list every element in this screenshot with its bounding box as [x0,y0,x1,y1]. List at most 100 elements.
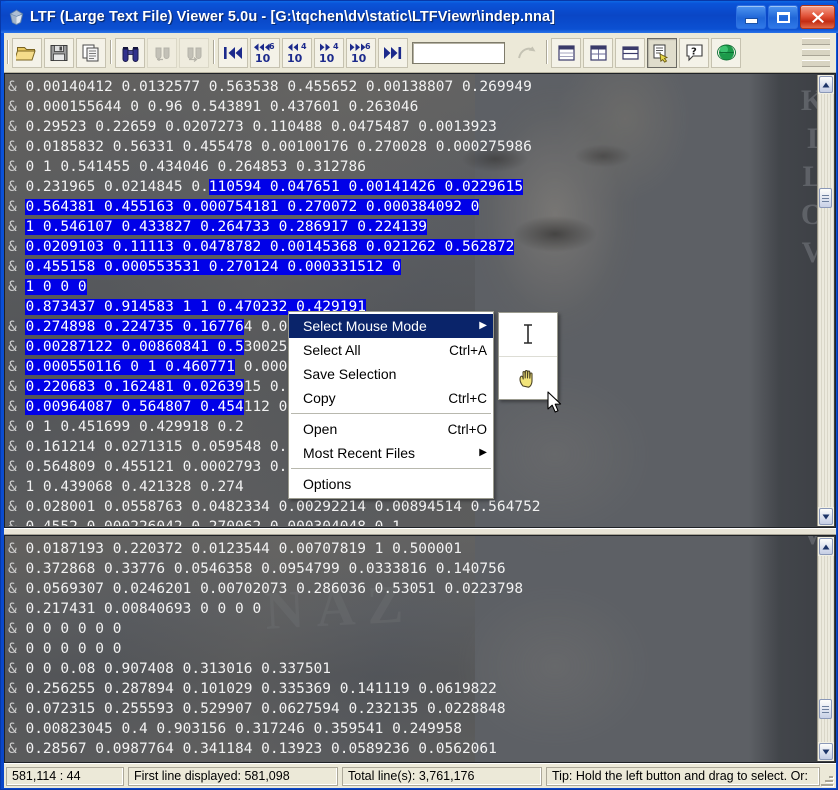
forward-1e6-button[interactable]: 10 6 [346,38,376,68]
text-line[interactable]: & 0.217431 0.00840693 0 0 0 0 [8,599,817,619]
minimize-button[interactable] [736,5,766,29]
text-line[interactable]: & 0.231965 0.0214845 0.110594 0.047651 0… [8,177,817,197]
bottom-text-pane[interactable]: NAZ KILOV & 0.0187193 0.220372 0.0123544… [4,535,836,763]
mouse-mode-button[interactable] [647,38,677,68]
open-file-button[interactable] [12,38,42,68]
text-line[interactable]: & 0.063885 0.583685 0.0476421 0.006181 0… [8,759,817,761]
line-text[interactable]: 0.00140412 0.0132577 0.563538 0.455652 0… [25,79,531,95]
line-text[interactable]: 0.4552 0.000226042 0.270062 0.000304048 … [25,519,400,526]
find-button[interactable] [115,38,145,68]
menu-item-select-mouse-mode[interactable]: Select Mouse Mode▶ [289,314,493,338]
line-text[interactable]: 0.000155644 0 0.96 0.543891 0.437601 0.2… [25,99,418,115]
text-line[interactable]: & 0.372868 0.33776 0.0546358 0.0954799 0… [8,559,817,579]
find-next-button[interactable] [179,38,209,68]
line-text[interactable]: 0 0 0 0 0 0 [25,621,121,637]
selected-text[interactable]: 0.455158 0.000553531 0.270124 0.00033151… [25,259,400,275]
scroll-track-bottom[interactable] [818,556,834,742]
menu-item-open[interactable]: OpenCtrl+O [289,417,493,441]
text-line[interactable]: & 0.0209103 0.11113 0.0478782 0.00145368… [8,237,817,257]
text-line[interactable]: & 0.28567 0.0987764 0.341184 0.13923 0.0… [8,739,817,759]
text-line[interactable]: & 0.564381 0.455163 0.000754181 0.270072… [8,197,817,217]
menu-item-copy[interactable]: CopyCtrl+C [289,386,493,410]
toolbar-overflow-grip[interactable] [790,36,836,70]
scroll-up-arrow-top[interactable] [819,76,833,93]
help-button[interactable]: ? [679,38,709,68]
text-line[interactable]: & 0 0 0.08 0.907408 0.313016 0.337501 [8,659,817,679]
scroll-thumb-bottom[interactable] [819,699,832,719]
copy-button[interactable] [76,38,106,68]
scroll-down-arrow-bottom[interactable] [819,743,833,760]
selected-text[interactable]: 1 0 0 0 [25,279,86,295]
line-text[interactable]: 0.217431 0.00840693 0 0 0 0 [25,601,261,617]
view-two-pane-button[interactable] [583,38,613,68]
selected-text[interactable]: 1 0.546107 0.433827 0.264733 0.286917 0.… [25,219,427,235]
scroll-track-top[interactable] [818,94,834,507]
selected-text[interactable]: 0.00287122 0.00860841 0.5 [25,339,243,355]
selected-text[interactable]: 0.274898 0.224735 0.16776 [25,319,243,335]
line-text[interactable]: 0.0569307 0.0246201 0.00702073 0.286036 … [25,581,523,597]
bottom-pane-scrollbar[interactable] [817,537,834,761]
text-line[interactable]: & 0.0185832 0.56331 0.455478 0.00100176 … [8,137,817,157]
text-line[interactable]: & 0.455158 0.000553531 0.270124 0.000331… [8,257,817,277]
resize-grip[interactable] [819,772,833,786]
scroll-thumb-top[interactable] [819,188,832,208]
scroll-down-arrow-top[interactable] [819,508,833,525]
text-line[interactable]: & 1 0 0 0 [8,277,817,297]
title-bar[interactable]: LTF (Large Text File) Viewer 5.0u - [G:\… [1,1,838,33]
text-line[interactable]: & 0.29523 0.22659 0.0207273 0.110488 0.0… [8,117,817,137]
view-split-pane-button[interactable] [615,38,645,68]
pane-splitter[interactable] [4,528,836,535]
text-line[interactable]: & 0.256255 0.287894 0.101029 0.335369 0.… [8,679,817,699]
bottom-pane-text[interactable]: & 0.0187193 0.220372 0.0123544 0.0070781… [6,537,817,761]
selected-text[interactable]: 0.220683 0.162481 0.02639 [25,379,243,395]
line-text[interactable]: 0.29523 0.22659 0.0207273 0.110488 0.047… [25,119,496,135]
line-text[interactable]: 0 0 0.08 0.907408 0.313016 0.337501 [25,661,331,677]
scroll-up-arrow-bottom[interactable] [819,538,833,555]
text-line[interactable]: & 0.028001 0.0558763 0.0482334 0.0029221… [8,497,817,517]
line-text[interactable]: 0.372868 0.33776 0.0546358 0.0954799 0.0… [25,561,505,577]
find-previous-button[interactable] [147,38,177,68]
selected-text[interactable]: 0.000550116 0 1 0.460771 [25,359,235,375]
selected-text[interactable]: 0.564381 0.455163 0.000754181 0.270072 0… [25,199,479,215]
line-text[interactable]: 0.231965 0.0214845 0. [25,179,208,195]
web-home-button[interactable] [711,38,741,68]
line-text[interactable]: 0 0 0 0 0 0 [25,641,121,657]
forward-1e4-button[interactable]: 10 4 [314,38,344,68]
view-single-pane-button[interactable] [551,38,581,68]
top-pane-scrollbar[interactable] [817,75,834,526]
goto-last-button[interactable] [378,38,408,68]
text-line[interactable]: & 0 1 0.541455 0.434046 0.264853 0.31278… [8,157,817,177]
text-line[interactable]: & 0.00823045 0.4 0.903156 0.317246 0.359… [8,719,817,739]
selected-text[interactable]: 0.00964087 0.564807 0.454 [25,399,243,415]
line-text[interactable]: 0.161214 0.0271315 0.0595 [25,439,243,455]
line-text[interactable]: 0.0185832 0.56331 0.455478 0.00100176 0.… [25,139,531,155]
text-line[interactable]: & 0 0 0 0 0 0 [8,639,817,659]
menu-item-select-all[interactable]: Select AllCtrl+A [289,338,493,362]
line-text[interactable]: 0 1 0.451699 0.429918 0.2 [25,419,243,435]
line-text[interactable]: 1 0.439068 0.421328 0.274 [25,479,243,495]
back-1e6-button[interactable]: 10 6 [250,38,280,68]
text-line[interactable]: & 0.4552 0.000226042 0.270062 0.00030404… [8,517,817,526]
back-1e4-button[interactable]: 10 4 [282,38,312,68]
text-line[interactable]: & 0 0 0 0 0 0 [8,619,817,639]
menu-item-most-recent-files[interactable]: Most Recent Files▶ [289,441,493,465]
text-context-menu[interactable]: Select Mouse Mode▶Select AllCtrl+ASave S… [288,311,494,499]
mouse-mode-select-item[interactable] [499,313,557,357]
text-line[interactable]: & 0.072315 0.255593 0.529907 0.0627594 0… [8,699,817,719]
goto-first-button[interactable] [218,38,248,68]
line-text[interactable]: 0.00823045 0.4 0.903156 0.317246 0.35954… [25,721,462,737]
line-text[interactable]: 0 1 0.541455 0.434046 0.264853 0.312786 [25,159,365,175]
text-line[interactable]: & 0.00140412 0.0132577 0.563538 0.455652… [8,77,817,97]
selected-text[interactable]: 0.0209103 0.11113 0.0478782 0.00145368 0… [25,239,514,255]
menu-item-save-selection[interactable]: Save Selection [289,362,493,386]
goto-line-input[interactable] [412,42,505,64]
line-text[interactable]: 0.28567 0.0987764 0.341184 0.13923 0.058… [25,741,496,757]
text-line[interactable]: & 0.000155644 0 0.96 0.543891 0.437601 0… [8,97,817,117]
selected-text[interactable]: 110594 0.047651 0.00141426 0.0229615 [209,179,523,195]
line-text[interactable]: 0.072315 0.255593 0.529907 0.0627594 0.2… [25,701,505,717]
line-text[interactable]: 0.564809 0.455121 0.00027 [25,459,243,475]
go-to-line-button[interactable] [512,38,542,68]
text-line[interactable]: & 0.0187193 0.220372 0.0123544 0.0070781… [8,539,817,559]
mouse-mode-submenu[interactable] [498,312,558,400]
close-button[interactable] [800,5,835,29]
